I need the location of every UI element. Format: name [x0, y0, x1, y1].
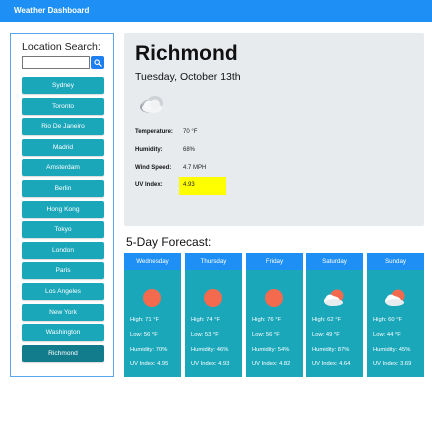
city-button-amsterdam[interactable]: Amsterdam — [22, 159, 104, 177]
city-button-madrid[interactable]: Madrid — [22, 138, 104, 156]
forecast-uv-index: UV Index: 4.93 — [191, 361, 230, 367]
forecast-humidity: Humidity: 54% — [252, 347, 290, 353]
search-button[interactable] — [91, 56, 104, 69]
city-button-paris[interactable]: Paris — [22, 262, 104, 280]
uv-index-value: 4.93 — [183, 182, 195, 188]
forecast-low: Low: 49 °F — [312, 332, 340, 338]
forecast-low: Low: 53 °F — [191, 332, 219, 338]
forecast-uv-index: UV Index: 4.95 — [130, 361, 169, 367]
forecast-low: Low: 56 °F — [252, 332, 280, 338]
forecast-uv-index: UV Index: 4.82 — [252, 361, 291, 367]
city-button-london[interactable]: London — [22, 241, 104, 259]
forecast-day: Friday — [246, 253, 303, 270]
city-button-rio-de-janeiro[interactable]: Rio De Janeiro — [22, 118, 104, 136]
forecast-uv-index: UV Index: 4.64 — [312, 361, 351, 367]
forecast-humidity: Humidity: 70% — [130, 347, 168, 353]
current-weather-panel: Richmond Tuesday, October 13th Temperatu… — [124, 33, 424, 226]
forecast-humidity: Humidity: 46% — [191, 347, 229, 353]
temperature-value: 70 °F — [183, 129, 198, 135]
search-input[interactable] — [22, 56, 90, 69]
forecast-uv-index: UV Index: 3.69 — [373, 361, 412, 367]
forecast-humidity: Humidity: 45% — [373, 347, 411, 353]
forecast-card: Sunday High: 60 °F Low: 44 °F Humidity: … — [367, 253, 424, 377]
city-button-toronto[interactable]: Toronto — [22, 97, 104, 115]
forecast-high: High: 71 °F — [130, 317, 160, 323]
sun-icon — [143, 289, 161, 307]
partly-cloudy-icon — [324, 289, 344, 306]
forecast-low: Low: 56 °F — [130, 332, 158, 338]
search-icon — [93, 58, 102, 67]
city-button-tokyo[interactable]: Tokyo — [22, 221, 104, 239]
location-search-title: Location Search: — [22, 41, 101, 53]
partly-cloudy-icon — [385, 289, 405, 306]
forecast-high: High: 76 °F — [252, 317, 282, 323]
city-button-washington[interactable]: Washington — [22, 324, 104, 342]
temperature-label: Temperature: — [135, 129, 173, 135]
wind-speed-label: Wind Speed: — [135, 165, 172, 171]
current-date: Tuesday, October 13th — [135, 71, 241, 83]
sun-icon — [265, 289, 283, 307]
forecast-day: Thursday — [185, 253, 242, 270]
wind-speed-value: 4.7 MPH — [183, 165, 207, 171]
forecast-day: Sunday — [367, 253, 424, 270]
forecast-card: Thursday High: 74 °F Low: 53 °F Humidity… — [185, 253, 242, 377]
forecast-humidity: Humidity: 87% — [312, 347, 350, 353]
app-title: Weather Dashboard — [14, 6, 90, 15]
city-button-los-angeles[interactable]: Los Angeles — [22, 282, 104, 300]
city-button-richmond[interactable]: Richmond — [22, 344, 104, 362]
forecast-card: Wednesday High: 71 °F Low: 56 °F Humidit… — [124, 253, 181, 377]
forecast-high: High: 74 °F — [191, 317, 221, 323]
forecast-card: Friday High: 76 °F Low: 56 °F Humidity: … — [246, 253, 303, 377]
city-list: Sydney Toronto Rio De Janeiro Madrid Ams… — [22, 77, 104, 365]
city-button-sydney[interactable]: Sydney — [22, 77, 104, 94]
uv-index-label: UV Index: — [135, 182, 163, 188]
humidity-value: 68% — [183, 147, 196, 153]
city-button-new-york[interactable]: New York — [22, 303, 104, 321]
forecast-title: 5-Day Forecast: — [126, 235, 212, 249]
location-search-panel: Location Search: Sydney Toronto Rio De J… — [10, 33, 114, 377]
cloudy-icon — [140, 96, 163, 113]
forecast-day: Saturday — [306, 253, 363, 270]
forecast-low: Low: 44 °F — [373, 332, 401, 338]
sun-icon — [204, 289, 222, 307]
forecast-day: Wednesday — [124, 253, 181, 270]
city-button-hong-kong[interactable]: Hong Kong — [22, 200, 104, 218]
forecast-high: High: 62 °F — [312, 317, 342, 323]
forecast-high: High: 60 °F — [373, 317, 403, 323]
navbar: Weather Dashboard — [0, 0, 432, 22]
city-button-berlin[interactable]: Berlin — [22, 179, 104, 197]
current-city-name: Richmond — [135, 42, 238, 65]
humidity-label: Humidity: — [135, 147, 163, 153]
forecast-card: Saturday High: 62 °F Low: 49 °F Humidity… — [306, 253, 363, 377]
